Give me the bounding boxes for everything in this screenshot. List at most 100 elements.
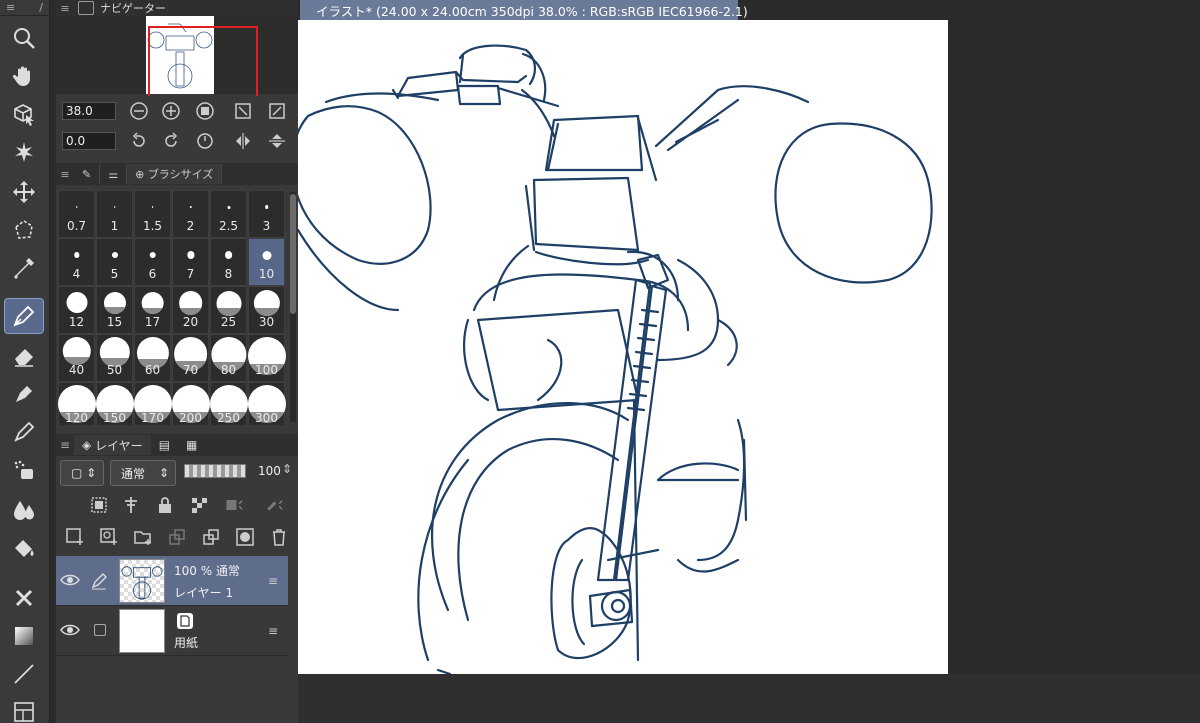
eye-icon[interactable]: [60, 622, 80, 638]
merge-layer-icon[interactable]: [200, 526, 222, 548]
navigator-title[interactable]: ナビゲーター: [100, 0, 166, 16]
brush-size-cell[interactable]: 50: [96, 334, 133, 382]
brush-size-cell[interactable]: 150: [95, 382, 134, 425]
fit-window-icon[interactable]: [266, 100, 288, 122]
sub-tool-detail-tab[interactable]: ⚌: [100, 164, 128, 184]
brush-size-cell[interactable]: 60: [134, 334, 171, 382]
actual-size-icon[interactable]: [194, 100, 216, 122]
brush-size-cell[interactable]: 8: [210, 238, 247, 286]
brush-size-cell[interactable]: 15: [96, 286, 133, 334]
brush-size-cell[interactable]: 30: [248, 286, 285, 334]
brush-scrollbar[interactable]: [290, 192, 296, 422]
brush-size-cell[interactable]: 2: [172, 190, 209, 238]
canvas-area[interactable]: [298, 20, 1200, 723]
frame-icon[interactable]: [4, 694, 44, 723]
blend-icon[interactable]: [4, 492, 44, 528]
blend-mode-select[interactable]: 通常 ⇕: [110, 460, 176, 486]
clip-lower-layer-icon[interactable]: [88, 494, 110, 516]
pen-icon[interactable]: [4, 298, 44, 334]
brush-size-cell[interactable]: 1: [96, 190, 133, 238]
object-select-icon[interactable]: [4, 96, 44, 132]
zoom-icon[interactable]: [4, 20, 44, 56]
flip-horizontal-icon[interactable]: [232, 130, 254, 152]
document-tab[interactable]: イラスト* (24.00 x 24.00cm 350dpi 38.0% : RG…: [300, 0, 748, 20]
mask-toggle-icon[interactable]: [220, 494, 250, 516]
brush-size-cell[interactable]: 12: [58, 286, 95, 334]
toolbar-grip[interactable]: ≡ /: [0, 0, 49, 16]
brush-size-cell[interactable]: 20: [172, 286, 209, 334]
brush-size-cell[interactable]: 200: [171, 382, 210, 425]
menu-icon[interactable]: ≡: [56, 168, 74, 181]
fill-pen-icon[interactable]: [4, 376, 44, 412]
lock-transparency-icon[interactable]: [188, 494, 210, 516]
rotation-value[interactable]: 0.0: [62, 132, 116, 150]
brush-size-cell[interactable]: 100: [247, 334, 286, 382]
new-raster-layer-icon[interactable]: [64, 526, 86, 548]
new-folder-icon[interactable]: [132, 526, 154, 548]
delete-layer-icon[interactable]: [268, 526, 290, 548]
reference-layer-icon[interactable]: [120, 494, 142, 516]
lock-icon[interactable]: [154, 494, 176, 516]
new-vector-layer-icon[interactable]: [98, 526, 120, 548]
tool-property-tab[interactable]: ✎: [74, 164, 101, 184]
flip-vertical-icon[interactable]: [266, 130, 288, 152]
layer-mask-icon[interactable]: [234, 526, 256, 548]
marker-icon[interactable]: [4, 414, 44, 450]
animation-tab[interactable]: ▦: [178, 435, 205, 455]
brush-size-cell[interactable]: 80: [210, 334, 247, 382]
brush-size-cell[interactable]: 70: [172, 334, 209, 382]
navigator-preview[interactable]: [56, 16, 298, 96]
brush-size-cell[interactable]: 120: [58, 382, 96, 425]
gradient-icon[interactable]: [4, 618, 44, 654]
layer-row-paper[interactable]: 用紙 ≡: [56, 606, 288, 656]
drawing-canvas[interactable]: [298, 20, 948, 674]
brush-size-cell[interactable]: 17: [134, 286, 171, 334]
fit-canvas-icon[interactable]: [232, 100, 254, 122]
airbrush-icon[interactable]: [4, 452, 44, 488]
brush-size-cell[interactable]: 250: [209, 382, 248, 425]
opacity-stepper-icon[interactable]: ⇕: [282, 462, 292, 476]
eyedropper-icon[interactable]: [4, 250, 44, 286]
layer-color-toggle[interactable]: ▢ ⇕: [60, 460, 104, 486]
layer-checkbox[interactable]: [94, 624, 106, 636]
selection-icon[interactable]: [4, 212, 44, 248]
menu-icon[interactable]: ≡: [56, 2, 74, 15]
layer-menu-icon[interactable]: ≡: [268, 624, 278, 638]
rotate-left-icon[interactable]: [128, 130, 150, 152]
figure-icon[interactable]: [4, 580, 44, 616]
brush-size-cell[interactable]: 300: [247, 382, 286, 425]
brush-size-cell[interactable]: 10: [248, 238, 285, 286]
opacity-slider[interactable]: [184, 464, 246, 478]
zoom-value[interactable]: 38.0: [62, 102, 116, 120]
menu-icon[interactable]: ≡: [56, 438, 74, 452]
transfer-layer-icon[interactable]: [166, 526, 188, 548]
brush-size-cell[interactable]: 4: [58, 238, 95, 286]
brush-scroll-thumb[interactable]: [290, 194, 296, 314]
brush-size-tab[interactable]: ⊕ ブラシサイズ: [127, 164, 223, 184]
layer-tab[interactable]: ◈ レイヤー: [74, 435, 151, 455]
fill-icon[interactable]: [4, 530, 44, 566]
rotate-right-icon[interactable]: [160, 130, 182, 152]
layer-row-layer-1[interactable]: 100 % 通常 レイヤー 1 ≡: [56, 556, 288, 606]
layer-menu-icon[interactable]: ≡: [268, 574, 278, 588]
brush-size-cell[interactable]: 25: [210, 286, 247, 334]
navigator-tab-icon[interactable]: [78, 1, 94, 15]
layer-property-tab[interactable]: ▤: [151, 435, 178, 455]
brush-size-cell[interactable]: 6: [134, 238, 171, 286]
move-icon[interactable]: [4, 174, 44, 210]
navigator-view-frame[interactable]: [148, 26, 258, 96]
auto-select-icon[interactable]: [4, 134, 44, 170]
zoom-out-icon[interactable]: [128, 100, 150, 122]
eye-icon[interactable]: [60, 572, 80, 588]
brush-size-cell[interactable]: 7: [172, 238, 209, 286]
brush-size-cell[interactable]: 40: [58, 334, 95, 382]
brush-size-cell[interactable]: 5: [96, 238, 133, 286]
opacity-value[interactable]: 100: [258, 464, 281, 478]
brush-size-cell[interactable]: 0.7: [58, 190, 95, 238]
eraser-icon[interactable]: [4, 338, 44, 374]
line-icon[interactable]: [4, 656, 44, 692]
ruler-toggle-icon[interactable]: [260, 494, 290, 516]
brush-size-cell[interactable]: 1.5: [134, 190, 171, 238]
hand-icon[interactable]: [4, 58, 44, 94]
zoom-in-icon[interactable]: [160, 100, 182, 122]
